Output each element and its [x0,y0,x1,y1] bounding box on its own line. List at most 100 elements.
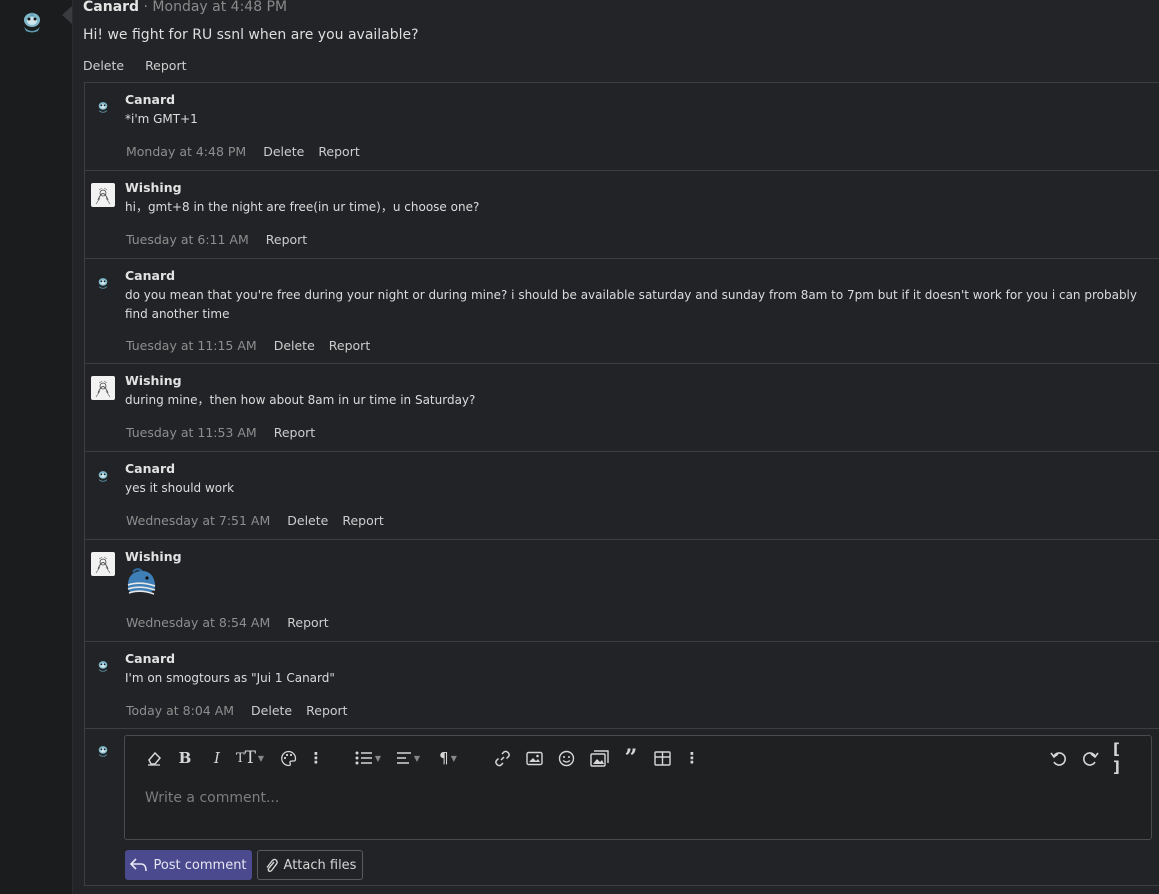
post-delete-link[interactable]: Delete [83,58,124,73]
comment-list: Canard *i'm GMT+1 Monday at 4:48 PM Delet… [84,82,1159,886]
comment-item: Canard *i'm GMT+1 Monday at 4:48 PM Delet… [85,83,1159,171]
comment-meta: Wednesday at 8:54 AM Report [126,615,329,630]
comment-report-link[interactable]: Report [274,425,315,440]
post-comment-button[interactable]: Post comment [125,850,252,880]
comment-author[interactable]: Canard [125,461,175,476]
mudkip-avatar [98,471,108,482]
comment-item: Canard yes it should work Wednesday at 7… [85,452,1159,540]
comment-report-link[interactable]: Report [342,513,383,528]
post-pointer [62,6,72,24]
palette-icon[interactable] [279,748,297,768]
mudkip-avatar [98,746,108,757]
comment-meta: Tuesday at 11:15 AM Delete Report [126,338,370,353]
comment-avatar[interactable] [91,552,115,576]
reply-icon [130,858,148,872]
comment-editor: B I T T ▼ ⋮ ▼ ▼ ¶ ▼ ” ⋮ [] Write a comm… [124,735,1152,840]
comment-meta: Today at 8:04 AM Delete Report [126,703,348,718]
comment-item: Canard do you mean that you're free duri… [85,259,1159,364]
comment-avatar[interactable] [91,95,115,119]
sketch-avatar [92,377,114,399]
comment-item: Wishing hi，gmt+8 in the night are free(i… [85,171,1159,259]
link-icon[interactable] [493,748,511,768]
comment-delete-link[interactable]: Delete [287,513,328,528]
bold-icon[interactable]: B [177,748,193,768]
post-time[interactable]: Monday at 4:48 PM [152,0,287,15]
comment-report-link[interactable]: Report [287,615,328,630]
mudkip-avatar [98,661,108,672]
attach-files-button[interactable]: Attach files [257,850,363,880]
comment-author[interactable]: Canard [125,268,175,283]
table-icon[interactable] [653,748,671,768]
comment-delete-link[interactable]: Delete [263,144,304,159]
comment-report-link[interactable]: Report [318,144,359,159]
post-author[interactable]: Canard [83,0,139,15]
mudkip-avatar [98,102,108,113]
comment-meta: Monday at 4:48 PM Delete Report [126,144,360,159]
comment-report-link[interactable]: Report [266,232,307,247]
comment-text: I'm on smogtours as "Jui 1 Canard" [125,671,335,685]
comment-avatar[interactable] [91,183,115,207]
comment-author[interactable]: Canard [125,92,175,107]
post-text: Hi! we fight for RU ssnl when are you av… [83,27,419,43]
media-icon[interactable] [589,748,609,768]
mudkip-avatar [98,278,108,289]
comment-time[interactable]: Tuesday at 11:15 AM [126,338,257,353]
profile-post: Canard · Monday at 4:48 PM Hi! we fight … [73,0,1159,894]
comment-author[interactable]: Wishing [125,549,182,564]
redo-icon[interactable] [1081,748,1099,768]
comment-text: *i'm GMT+1 [125,112,198,126]
comment-avatar[interactable] [91,271,115,295]
quote-icon[interactable]: ” [621,745,641,771]
comment-report-link[interactable]: Report [329,338,370,353]
align-icon[interactable]: ▼ [393,748,423,768]
comment-time[interactable]: Tuesday at 6:11 AM [126,232,249,247]
paragraph-icon[interactable]: ¶ ▼ [433,748,463,768]
comment-meta: Wednesday at 7:51 AM Delete Report [126,513,384,528]
text-size-icon[interactable]: T T ▼ [233,748,267,768]
comment-author[interactable]: Wishing [125,373,182,388]
comment-meta: Tuesday at 6:11 AM Report [126,232,307,247]
comment-report-link[interactable]: Report [306,703,347,718]
undo-icon[interactable] [1049,748,1067,768]
comment-time[interactable]: Tuesday at 11:53 AM [126,425,257,440]
comment-time[interactable]: Wednesday at 8:54 AM [126,615,270,630]
comment-text: hi，gmt+8 in the night are free(in ur tim… [125,200,480,214]
post-header: Canard · Monday at 4:48 PM [83,0,287,15]
post-actions: Delete Report [83,58,204,73]
comment-delete-link[interactable]: Delete [251,703,292,718]
comment-avatar[interactable] [91,464,115,488]
comment-time[interactable]: Today at 8:04 AM [126,703,234,718]
comment-time[interactable]: Monday at 4:48 PM [126,144,246,159]
comment-input[interactable]: Write a comment... [145,790,279,806]
comment-text: during mine，then how about 8am in ur tim… [125,393,476,407]
comment-item: Canard I'm on smogtours as "Jui 1 Canard… [85,642,1159,729]
bbcode-toggle-icon[interactable]: [ ] [1113,740,1131,776]
comment-author[interactable]: Wishing [125,180,182,195]
attach-files-label: Attach files [283,857,357,873]
post-comment-label: Post comment [153,857,247,873]
smiley-icon[interactable] [557,748,575,768]
comment-avatar[interactable] [91,654,115,678]
more-vertical-icon[interactable]: ⋮ [309,748,324,768]
more-vertical-icon[interactable]: ⋮ [685,748,700,768]
editor-toolbar: B I T T ▼ ⋮ ▼ ▼ ¶ ▼ ” ⋮ [] [125,736,1151,780]
left-rail [0,0,73,894]
sketch-avatar [92,553,114,575]
comment-meta: Tuesday at 11:53 AM Report [126,425,315,440]
comment-item: Wishing during mine，then how about 8am i… [85,364,1159,452]
comment-avatar[interactable] [91,376,115,400]
paperclip-icon [265,858,278,873]
mudkip-avatar[interactable] [19,9,45,35]
comment-time[interactable]: Wednesday at 7:51 AM [126,513,270,528]
comment-delete-link[interactable]: Delete [274,338,315,353]
post-separator: · [139,0,153,15]
image-icon[interactable] [525,748,543,768]
comment-author[interactable]: Canard [125,651,175,666]
editor-avatar[interactable] [91,739,115,763]
eraser-icon[interactable] [145,748,163,768]
post-report-link[interactable]: Report [145,58,186,73]
sketch-avatar [92,184,114,206]
italic-icon[interactable]: I [209,748,225,768]
list-icon[interactable]: ▼ [353,748,383,768]
comment-item: Wishing Wednesday at 8:54 AM Report [85,540,1159,642]
